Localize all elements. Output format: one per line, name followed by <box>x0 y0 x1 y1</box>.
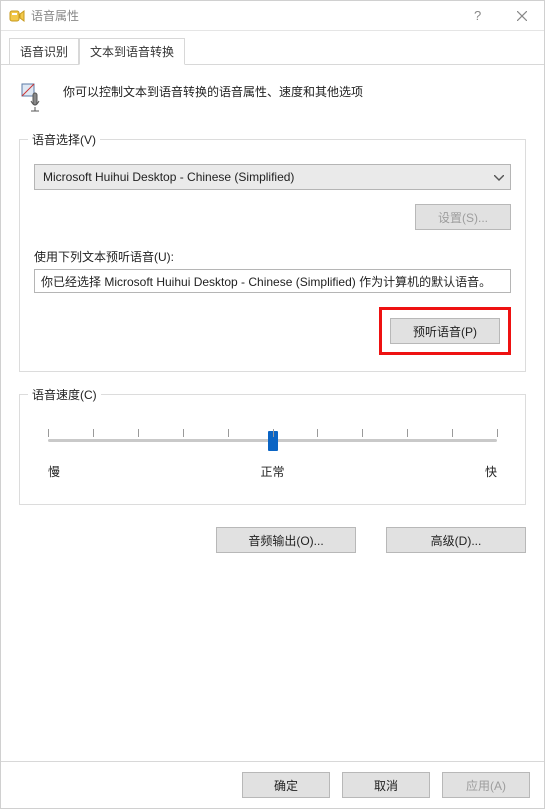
preview-text-input[interactable]: 你已经选择 Microsoft Huihui Desktop - Chinese… <box>34 269 511 293</box>
tab-speech-recognition[interactable]: 语音识别 <box>9 38 79 65</box>
slider-tick <box>183 429 184 437</box>
dialog-footer: 确定 取消 应用(A) <box>1 761 544 808</box>
apply-button[interactable]: 应用(A) <box>442 772 530 798</box>
cancel-button[interactable]: 取消 <box>342 772 430 798</box>
close-button[interactable] <box>499 1 544 31</box>
audio-output-button[interactable]: 音频输出(O)... <box>216 527 356 553</box>
slider-tick <box>228 429 229 437</box>
speed-label-fast: 快 <box>485 463 497 480</box>
preview-voice-highlight: 预听语音(P) <box>379 307 511 355</box>
slider-tick <box>273 429 274 437</box>
slider-tick <box>497 429 498 437</box>
slider-tick <box>362 429 363 437</box>
tab-bar: 语音识别 文本到语音转换 <box>1 31 544 65</box>
voice-speed-group: 语音速度(C) 慢 正常 快 <box>19 394 526 505</box>
speed-label-slow: 慢 <box>48 463 60 480</box>
ok-button[interactable]: 确定 <box>242 772 330 798</box>
voice-select-dropdown[interactable]: Microsoft Huihui Desktop - Chinese (Simp… <box>34 164 511 190</box>
voice-speed-slider[interactable] <box>48 425 497 455</box>
voice-select-legend: 语音选择(V) <box>28 131 100 148</box>
slider-tick <box>93 429 94 437</box>
slider-tick <box>48 429 49 437</box>
slider-tick <box>407 429 408 437</box>
tts-icon <box>19 81 51 113</box>
tab-content: 你可以控制文本到语音转换的语音属性、速度和其他选项 语音选择(V) Micros… <box>1 65 544 761</box>
preview-voice-button[interactable]: 预听语音(P) <box>390 318 500 344</box>
window-title: 语音属性 <box>31 7 79 24</box>
slider-tick <box>452 429 453 437</box>
voice-settings-button[interactable]: 设置(S)... <box>415 204 511 230</box>
speed-label-normal: 正常 <box>260 463 284 480</box>
intro-row: 你可以控制文本到语音转换的语音属性、速度和其他选项 <box>19 79 526 113</box>
titlebar: 语音属性 ? <box>1 1 544 31</box>
voice-select-group: 语音选择(V) Microsoft Huihui Desktop - Chine… <box>19 139 526 372</box>
advanced-button[interactable]: 高级(D)... <box>386 527 526 553</box>
voice-speed-legend: 语音速度(C) <box>28 386 101 403</box>
preview-text-label: 使用下列文本预听语音(U): <box>34 248 511 265</box>
svg-text:?: ? <box>474 9 481 23</box>
help-button[interactable]: ? <box>454 1 499 31</box>
speech-app-icon <box>9 8 25 24</box>
chevron-down-icon <box>494 170 504 184</box>
voice-select-value: Microsoft Huihui Desktop - Chinese (Simp… <box>43 170 294 184</box>
intro-text: 你可以控制文本到语音转换的语音属性、速度和其他选项 <box>63 79 363 100</box>
preview-text-value: 你已经选择 Microsoft Huihui Desktop - Chinese… <box>41 273 491 290</box>
close-icon <box>517 11 527 21</box>
slider-tick <box>317 429 318 437</box>
slider-tick <box>138 429 139 437</box>
tab-text-to-speech[interactable]: 文本到语音转换 <box>79 38 185 65</box>
